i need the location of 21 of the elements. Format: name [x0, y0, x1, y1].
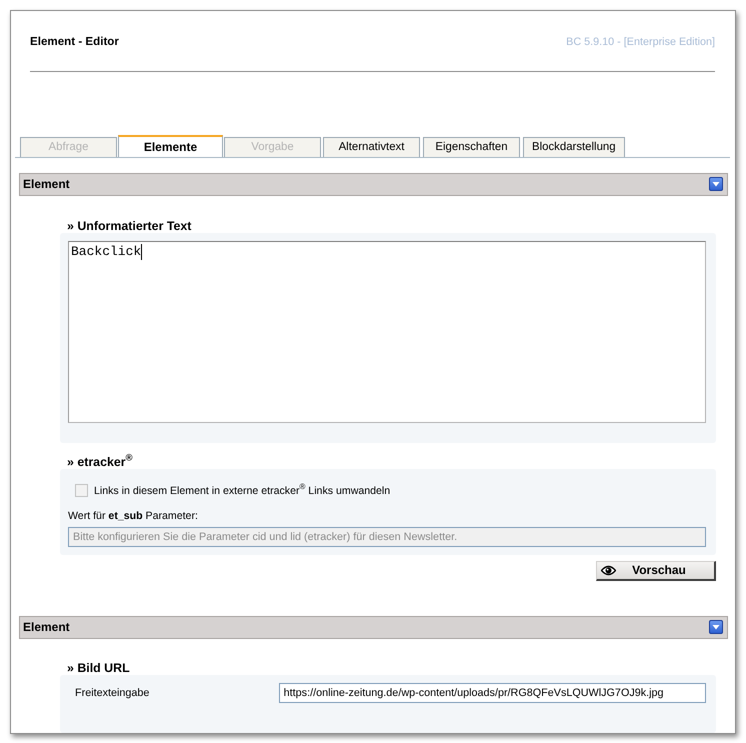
text-area[interactable]: Backclick	[68, 240, 706, 423]
version-label: BC 5.9.10 - [Enterprise Edition]	[566, 35, 715, 49]
group-title: » Unformatierter Text	[67, 218, 192, 233]
preview-button[interactable]: Vorschau	[596, 560, 716, 581]
eye-icon	[601, 564, 616, 576]
tab[interactable]: Blockdarstellung	[523, 136, 625, 157]
tab[interactable]: Eigenschaften	[423, 136, 520, 157]
section-title: Element	[23, 620, 70, 634]
collapse-toggle-icon[interactable]	[709, 177, 723, 192]
checkbox-label: Links in diesem Element in externe etracker$^{®}$ Links umwandeln	[94, 484, 390, 498]
field-label: Freitexteingabe	[74, 687, 150, 699]
field-label: Wert für et_sub Parameter:	[68, 508, 198, 523]
group-title: » Bild URL	[67, 661, 130, 675]
collapse-toggle-icon[interactable]	[709, 620, 723, 634]
checkbox[interactable]	[75, 484, 88, 498]
section-title: Element	[23, 177, 70, 192]
tab[interactable]: Alternativtext	[323, 136, 420, 157]
input-field[interactable]: https://online-zeitung.de/wp-content/uploads/pr/RG8QFeVsLQUWlJG7OJ9k.jpg	[278, 683, 706, 703]
group-title: » etracker$^{®}$	[67, 454, 132, 469]
tab[interactable]: Elemente	[118, 134, 223, 157]
window-title: Element - Editor	[30, 35, 119, 49]
